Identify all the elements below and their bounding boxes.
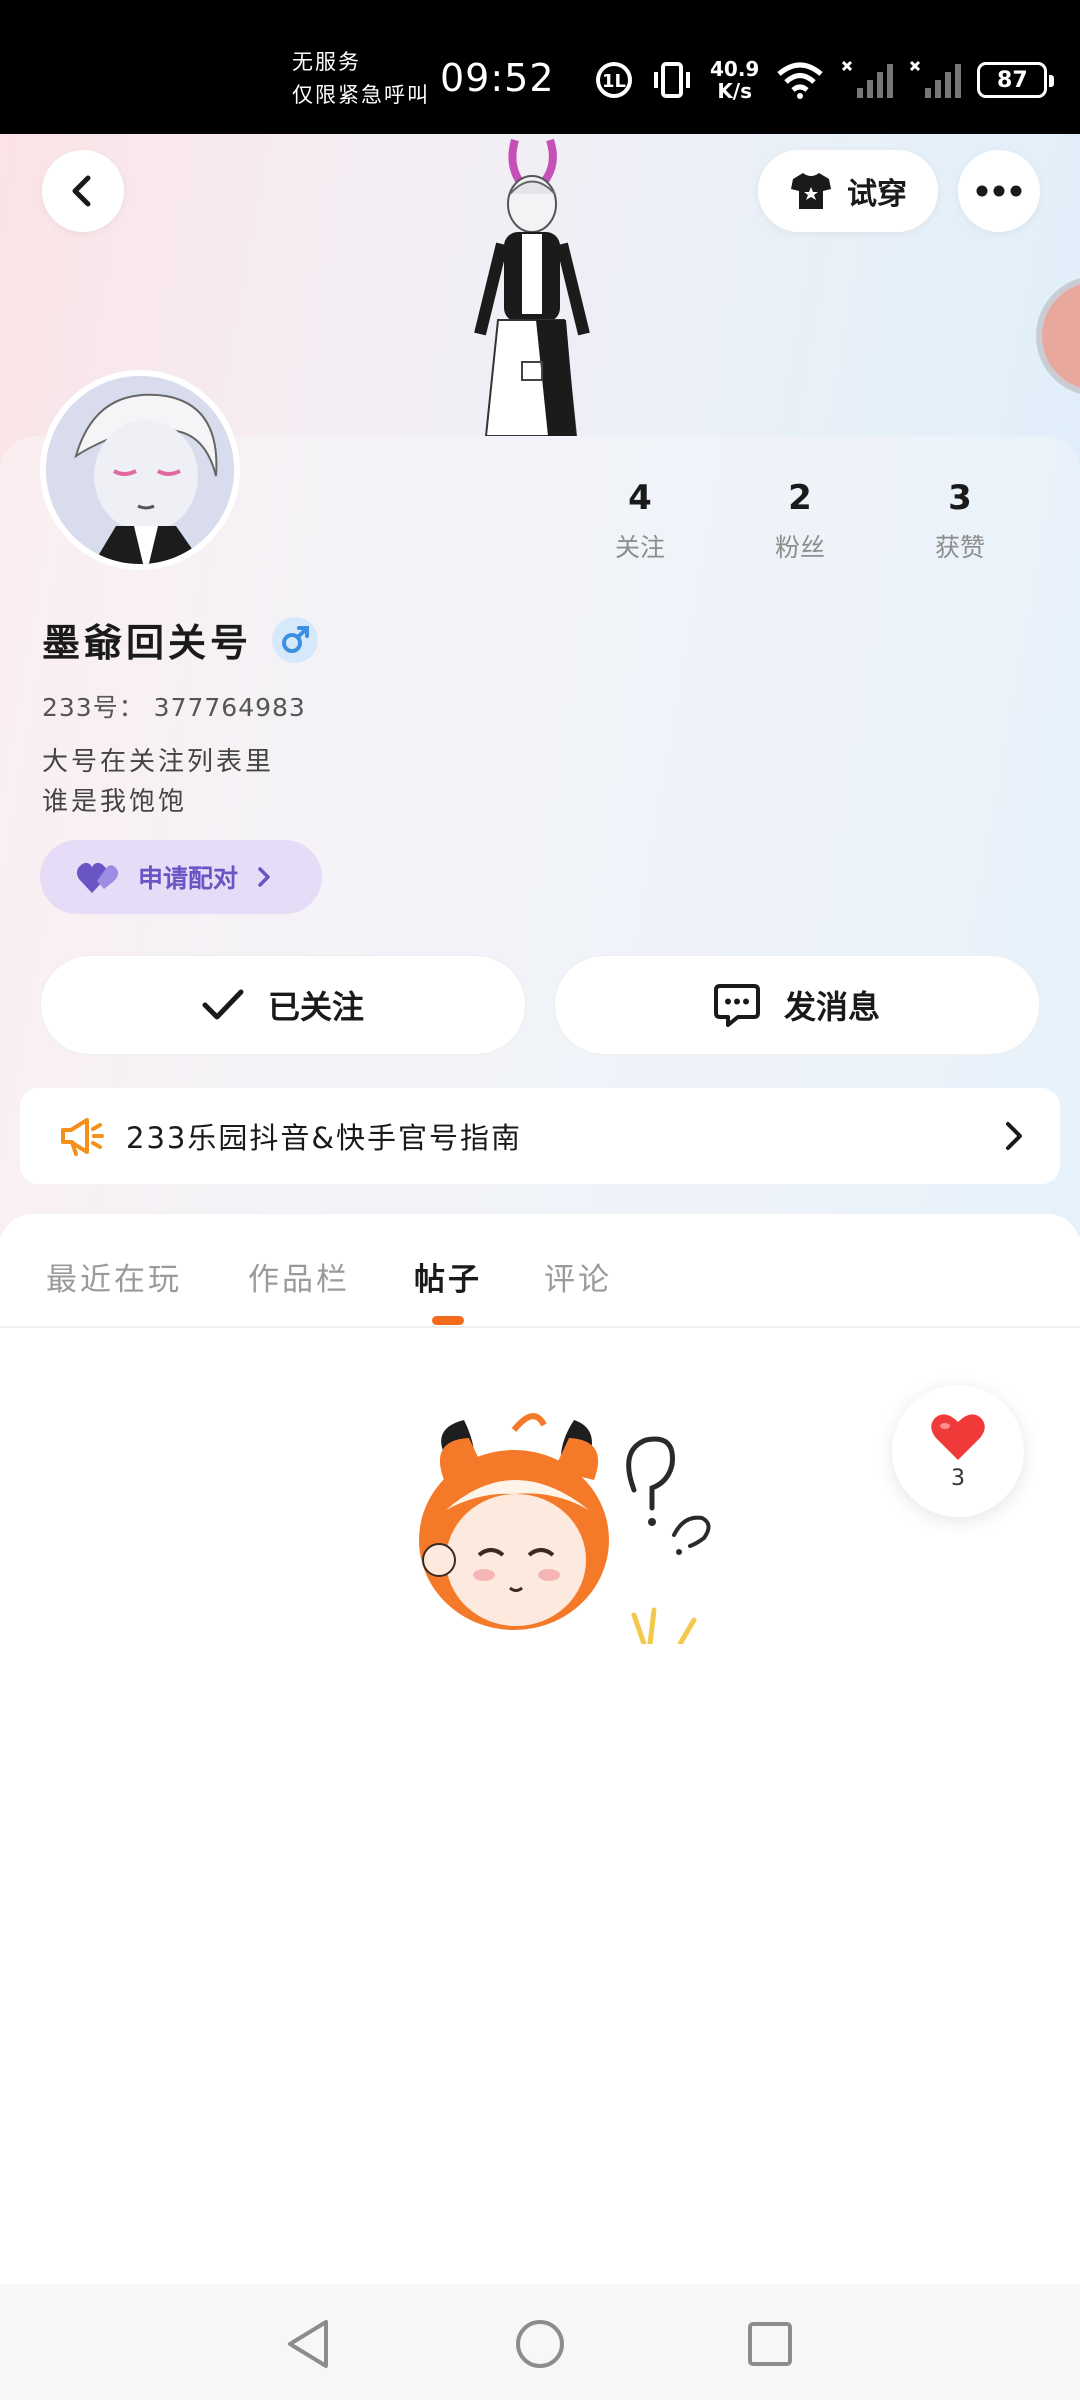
stat-likes[interactable]: 3 获赞 bbox=[880, 474, 1040, 564]
active-tab-indicator bbox=[432, 1316, 464, 1325]
followed-button[interactable]: 已关注 bbox=[40, 955, 526, 1055]
nav-home-button[interactable] bbox=[510, 2314, 570, 2374]
followed-label: 已关注 bbox=[267, 988, 364, 1026]
nav-back-button[interactable] bbox=[278, 2314, 338, 2374]
like-button[interactable]: 3 bbox=[892, 1385, 1024, 1517]
try-on-button[interactable]: 试穿 bbox=[758, 150, 938, 232]
megaphone-icon bbox=[61, 1118, 104, 1156]
stat-likes-value: 3 bbox=[948, 478, 972, 518]
user-id[interactable]: 233号： 377764983 bbox=[42, 688, 306, 724]
tab-works[interactable]: 作品栏 bbox=[248, 1254, 350, 1299]
hd-call-icon: 1L bbox=[594, 60, 634, 100]
chevron-right-icon bbox=[258, 867, 270, 887]
apply-match-button[interactable]: 申请配对 bbox=[40, 840, 322, 914]
triangle-back-icon bbox=[288, 2320, 328, 2368]
stat-followers-value: 2 bbox=[788, 478, 812, 518]
send-message-button[interactable]: 发消息 bbox=[554, 955, 1040, 1055]
carrier-line-2: 仅限紧急呼叫 bbox=[292, 83, 430, 107]
nav-recents-button[interactable] bbox=[740, 2314, 800, 2374]
content-panel bbox=[0, 1214, 1080, 2284]
stat-likes-label: 获赞 bbox=[934, 533, 985, 562]
status-bar: 无服务 仅限紧急呼叫 09:52 1L 40.9 K/s 87 bbox=[0, 0, 1080, 134]
more-horizontal-icon bbox=[976, 185, 1022, 197]
circle-home-icon bbox=[516, 2320, 564, 2368]
heart-icon bbox=[931, 1413, 985, 1460]
svg-text:1L: 1L bbox=[602, 71, 626, 92]
system-navigation-bar bbox=[0, 2284, 1080, 2400]
signal-none-icon-1 bbox=[841, 60, 894, 100]
male-icon bbox=[282, 625, 310, 653]
double-heart-icon bbox=[76, 862, 119, 893]
status-icons: 1L 40.9 K/s 87 bbox=[594, 52, 1055, 108]
bio-line-1: 大号在关注列表里 bbox=[42, 747, 275, 777]
vibrate-icon bbox=[650, 60, 694, 100]
stat-followers[interactable]: 2 粉丝 bbox=[720, 474, 880, 564]
wifi-icon bbox=[775, 60, 825, 100]
tshirt-icon bbox=[791, 173, 831, 209]
gender-badge bbox=[272, 616, 319, 663]
empty-state-illustration bbox=[384, 1410, 724, 1644]
stat-following[interactable]: 4 关注 bbox=[560, 474, 720, 564]
battery-indicator: 87 bbox=[977, 62, 1055, 98]
clock: 09:52 bbox=[440, 56, 555, 100]
tab-posts[interactable]: 帖子 bbox=[414, 1254, 482, 1299]
carrier-text: 无服务 仅限紧急呼叫 bbox=[292, 46, 430, 112]
avatar[interactable] bbox=[40, 370, 240, 570]
announcement-bar[interactable]: 233乐园抖音&快手官号指南 bbox=[20, 1088, 1060, 1184]
tab-recently-played[interactable]: 最近在玩 bbox=[46, 1254, 182, 1299]
network-speed: 40.9 K/s bbox=[710, 58, 759, 102]
more-button[interactable] bbox=[958, 150, 1040, 232]
stat-following-label: 关注 bbox=[614, 533, 665, 562]
profile-stats: 4 关注 2 粉丝 3 获赞 bbox=[560, 474, 1040, 564]
bio-line-2: 谁是我饱饱 bbox=[42, 787, 188, 817]
try-on-label: 试穿 bbox=[847, 177, 907, 212]
chevron-right-icon bbox=[1006, 1122, 1022, 1150]
tab-comments[interactable]: 评论 bbox=[544, 1254, 612, 1299]
back-button[interactable] bbox=[42, 150, 124, 232]
username-row: 墨爺回关号 bbox=[42, 612, 319, 667]
square-recents-icon bbox=[748, 2322, 792, 2366]
username: 墨爺回关号 bbox=[42, 621, 253, 665]
signal-none-icon-2 bbox=[909, 60, 962, 100]
profile-tabs: 最近在玩 作品栏 帖子 评论 bbox=[0, 1214, 1080, 1328]
stat-followers-label: 粉丝 bbox=[774, 533, 825, 562]
user-bio: 大号在关注列表里 谁是我饱饱 bbox=[42, 742, 274, 822]
carrier-line-1: 无服务 bbox=[292, 50, 361, 74]
check-icon bbox=[202, 989, 244, 1020]
send-message-label: 发消息 bbox=[783, 988, 880, 1026]
announcement-text: 233乐园抖音&快手官号指南 bbox=[126, 1121, 522, 1155]
like-count: 3 bbox=[951, 1465, 965, 1491]
avatar-3d-figure[interactable] bbox=[460, 134, 600, 437]
chat-bubble-icon bbox=[713, 984, 760, 1027]
user-id-label: 233号： bbox=[42, 693, 145, 722]
user-profile-screen: 无服务 仅限紧急呼叫 09:52 1L 40.9 K/s 87 试穿 4 关注 … bbox=[0, 0, 1080, 2400]
network-speed-value: 40.9 bbox=[710, 57, 760, 81]
chevron-left-icon bbox=[72, 175, 91, 207]
user-id-value: 377764983 bbox=[153, 693, 306, 722]
network-speed-unit: K/s bbox=[717, 79, 753, 103]
stat-following-value: 4 bbox=[628, 478, 652, 518]
apply-match-label: 申请配对 bbox=[138, 864, 239, 893]
